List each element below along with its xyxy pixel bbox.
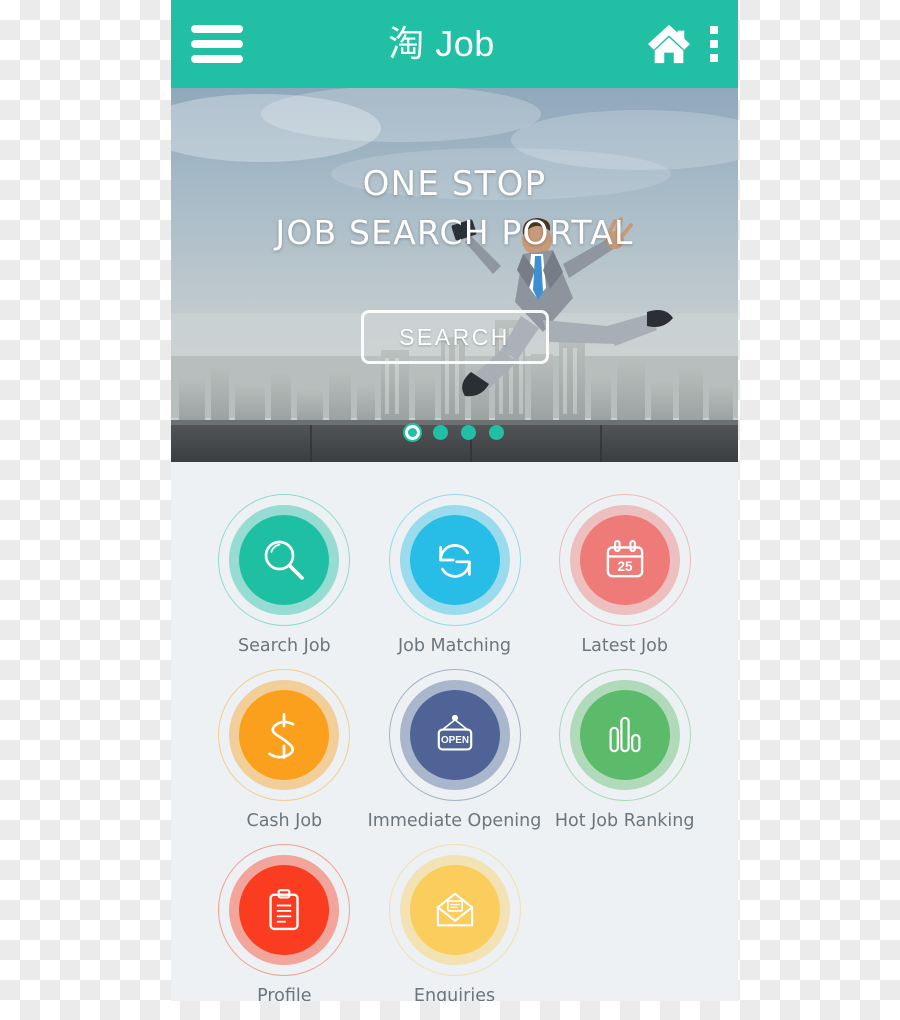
badge-core (579, 690, 670, 780)
header-actions (646, 23, 720, 65)
carousel-dot[interactable] (489, 425, 504, 440)
badge-core (409, 865, 500, 955)
sync-arrows-icon (438, 544, 471, 578)
tile-enquiries[interactable]: Enquiries (368, 836, 542, 1001)
tile-label: Latest Job (581, 636, 668, 656)
badge-core (239, 865, 330, 955)
tile-search-job[interactable]: Search Job (201, 486, 368, 657)
carousel-dot-active[interactable] (405, 425, 420, 440)
phone-screen: 淘 Job ONE STOP JOB SEARCH PORTAL SEARCH … (171, 0, 738, 1001)
envelope-open-icon (436, 892, 473, 927)
badge-core (409, 515, 500, 605)
carousel-dot[interactable] (461, 425, 476, 440)
hero-background-image (171, 88, 738, 462)
badge-core (239, 515, 330, 605)
hero-banner-carousel[interactable]: ONE STOP JOB SEARCH PORTAL SEARCH (171, 88, 738, 462)
clipboard-icon (269, 889, 299, 931)
tile-hot-job-ranking[interactable]: Hot Job Ranking (541, 661, 708, 832)
search-button[interactable]: SEARCH (360, 310, 549, 364)
calendar-icon: 25 (606, 540, 643, 578)
calendar-day-number: 25 (617, 559, 633, 574)
badge-core (239, 690, 330, 780)
tile-job-matching[interactable]: Job Matching (368, 486, 542, 657)
tile-profile[interactable]: Profile (201, 836, 368, 1001)
hamburger-bar (191, 40, 243, 48)
hamburger-bar (191, 55, 243, 63)
tile-label: Cash Job (246, 811, 323, 831)
tile-label: Profile (257, 986, 312, 1001)
badge-core: OPEN (409, 690, 500, 780)
tile-label: Hot Job Ranking (554, 811, 695, 831)
tile-label: Immediate Opening (367, 811, 542, 831)
carousel-dots (171, 425, 738, 440)
kebab-dot (710, 40, 718, 48)
home-icon[interactable] (646, 23, 692, 65)
kebab-dot (710, 26, 718, 34)
badge-core: 25 (579, 515, 670, 605)
tile-immediate-opening[interactable]: OPEN Immediate Opening (367, 661, 542, 832)
tile-latest-job[interactable]: 25 Latest Job (541, 486, 708, 657)
tile-label: Enquiries (413, 986, 496, 1001)
more-vertical-icon[interactable] (708, 24, 720, 64)
page-title: 淘 Job (388, 23, 495, 64)
tile-label: Job Matching (398, 636, 511, 656)
app-header: 淘 Job (171, 0, 738, 88)
hamburger-bar (191, 25, 243, 33)
feature-grid: Search Job Job Matching 25 Latest Job Ca… (171, 462, 738, 1001)
hamburger-menu-icon[interactable] (191, 25, 243, 63)
dollar-sign-icon (268, 712, 295, 759)
bar-chart-icon (609, 716, 641, 753)
open-sign-icon: OPEN (437, 714, 472, 751)
tile-label: Search Job (237, 636, 331, 656)
magnifier-icon (264, 540, 305, 580)
open-sign-text: OPEN (441, 735, 469, 746)
tile-cash-job[interactable]: Cash Job (201, 661, 368, 832)
carousel-dot[interactable] (433, 425, 448, 440)
kebab-dot (710, 54, 718, 62)
